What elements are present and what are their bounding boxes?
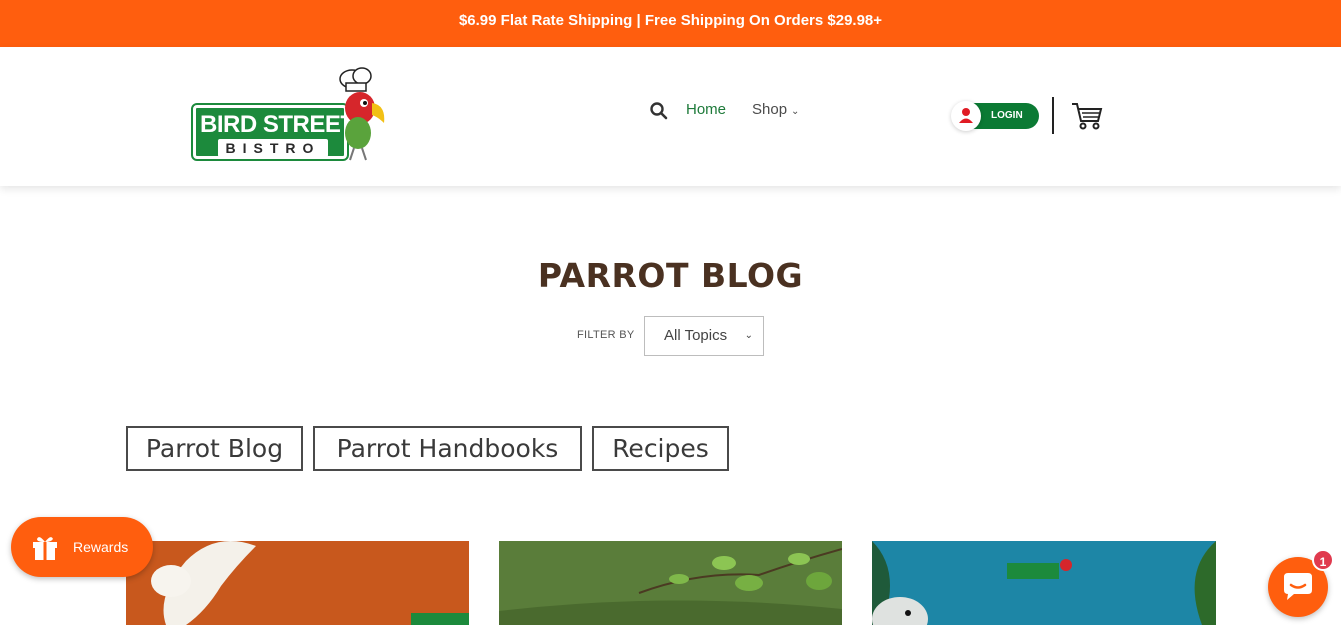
filter-label: FILTER BY xyxy=(577,329,635,341)
leaves-image xyxy=(499,541,842,625)
chevron-down-icon: ⌄ xyxy=(791,106,800,117)
blue-parrot-image xyxy=(872,541,1216,625)
announcement-bar: $6.99 Flat Rate Shipping | Free Shipping… xyxy=(0,0,1341,47)
page-title: PARROT BLOG xyxy=(537,256,804,295)
topic-filter-select[interactable]: All Topics ⌄ xyxy=(644,316,764,356)
user-avatar xyxy=(951,101,981,131)
filter-value: All Topics xyxy=(664,327,728,344)
cart-icon[interactable] xyxy=(1071,101,1103,131)
parrot-chef-logo-icon xyxy=(339,67,385,161)
logo-line2: BISTRO xyxy=(218,139,328,157)
logo-sign: BIRD STREET BISTRO xyxy=(191,103,355,161)
category-parrot-blog[interactable]: Parrot Blog xyxy=(126,426,303,471)
nav-shop-link[interactable]: Shop ⌄ xyxy=(752,101,799,118)
user-icon xyxy=(959,108,973,123)
logo-line1: BIRD STREET xyxy=(200,111,355,138)
category-recipes[interactable]: Recipes xyxy=(592,426,729,471)
rewards-label: Rewards xyxy=(73,539,129,555)
login-button[interactable]: LOGIN xyxy=(951,101,1039,131)
blog-card-image[interactable] xyxy=(872,541,1216,625)
chat-badge: 1 xyxy=(1312,549,1334,571)
rewards-button[interactable]: Rewards xyxy=(11,517,153,577)
chevron-down-icon: ⌄ xyxy=(744,330,753,341)
site-logo[interactable]: BIRD STREET BISTRO xyxy=(191,65,392,161)
header-divider xyxy=(1052,97,1054,134)
gift-icon xyxy=(33,537,57,560)
cockatoo-image xyxy=(126,541,469,625)
site-header: BIRD STREET BISTRO Home Shop ⌄ LOGIN xyxy=(0,47,1341,186)
nav-shop-label: Shop xyxy=(752,101,788,118)
category-parrot-handbooks[interactable]: Parrot Handbooks xyxy=(313,426,582,471)
search-icon[interactable] xyxy=(650,102,668,120)
nav-home-link[interactable]: Home xyxy=(686,101,726,118)
blog-card-image[interactable] xyxy=(499,541,842,625)
blog-card-image[interactable] xyxy=(126,541,469,625)
